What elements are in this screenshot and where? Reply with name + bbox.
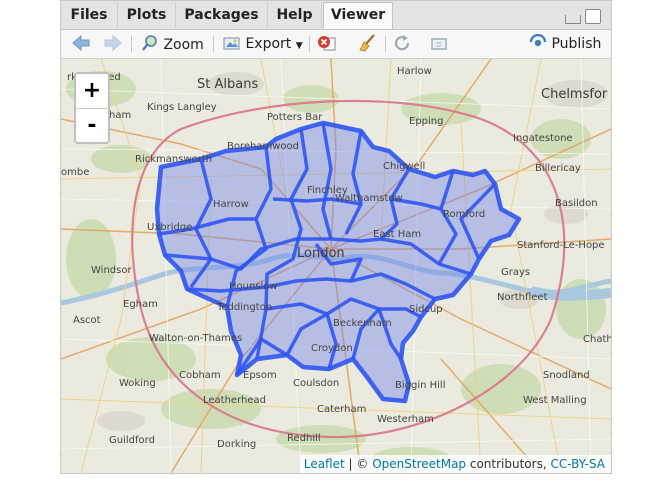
place-label: Teddington xyxy=(217,302,273,313)
place-label: Leatherhead xyxy=(203,395,266,406)
license-link[interactable]: CC-BY-SA xyxy=(550,457,605,471)
place-label: Potters Bar xyxy=(267,112,323,123)
attribution-separator: | © xyxy=(344,457,373,471)
place-label: Epsom xyxy=(243,370,277,381)
place-label: Cobham xyxy=(179,370,221,381)
place-label: Ingatestone xyxy=(513,133,573,144)
place-label: Epping xyxy=(409,116,444,127)
place-label: Chigwell xyxy=(383,161,426,172)
zoom-label: Zoom xyxy=(163,37,204,53)
place-label: Caterham xyxy=(317,404,367,415)
forward-arrow-icon[interactable] xyxy=(103,34,123,54)
place-label: Harrow xyxy=(213,199,249,210)
popout-window-icon[interactable] xyxy=(429,34,449,54)
remove-viewer-icon[interactable] xyxy=(317,34,337,54)
refresh-icon[interactable] xyxy=(393,34,413,54)
place-label: Basildon xyxy=(555,198,598,209)
place-label: Coulsdon xyxy=(293,378,340,389)
place-label: Kings Langley xyxy=(147,102,217,113)
place-label: Romford xyxy=(443,209,486,220)
tab-packages[interactable]: Packages xyxy=(176,3,268,28)
place-label: Hounslow xyxy=(229,281,278,292)
place-label: Rickmansworth xyxy=(135,154,213,165)
place-label: Croydon xyxy=(311,343,353,354)
export-label: Export xyxy=(245,36,292,52)
place-label: Biggin Hill xyxy=(395,380,446,391)
place-label: Ascot xyxy=(73,315,101,326)
place-label: Windsor xyxy=(91,265,132,276)
chevron-down-icon: ▼ xyxy=(295,41,303,51)
export-menu-button[interactable]: Export ▼ xyxy=(223,34,303,54)
zoom-out-button[interactable]: - xyxy=(76,109,108,143)
place-label: Borehamwood xyxy=(227,141,299,152)
viewer-toolbar: Zoom Export ▼ Publish xyxy=(61,30,611,59)
publish-icon xyxy=(529,33,547,47)
leaflet-map[interactable]: HarlowSt AlbansrkhamstedChelmsforKings L… xyxy=(61,59,611,473)
tab-files[interactable]: Files xyxy=(61,3,118,28)
zoom-control: + - xyxy=(74,72,110,144)
place-label: London xyxy=(297,246,345,261)
place-label: Sidcup xyxy=(409,304,443,315)
place-label: Billericay xyxy=(535,163,581,174)
place-label: East Ham xyxy=(373,229,422,240)
pane-tab-bar: Files Plots Packages Help Viewer xyxy=(61,1,611,30)
place-label: Guildford xyxy=(109,435,155,446)
toolbar-divider xyxy=(385,36,386,52)
place-label: Grays xyxy=(501,267,531,278)
place-label: Chath xyxy=(583,334,611,345)
tab-help[interactable]: Help xyxy=(268,3,322,28)
place-label: Stanford-Le-Hope xyxy=(517,240,605,251)
minimize-pane-icon[interactable] xyxy=(565,15,581,24)
place-label: Woking xyxy=(119,378,156,389)
toolbar-divider xyxy=(213,36,214,52)
viewer-pane: Files Plots Packages Help Viewer Zoom Ex… xyxy=(60,0,612,474)
place-label: ombe xyxy=(61,167,90,178)
clear-all-broom-icon[interactable] xyxy=(357,34,377,54)
publish-button[interactable]: Publish xyxy=(529,33,602,54)
place-label: Walthamstow xyxy=(335,193,403,204)
map-attribution: Leaflet | © OpenStreetMap contributors, … xyxy=(299,455,611,473)
place-label: Uxbridge xyxy=(147,222,193,233)
attribution-contributors: contributors, xyxy=(466,457,551,471)
place-label: Harlow xyxy=(397,66,432,77)
place-label: Beckenham xyxy=(333,318,392,329)
export-icon xyxy=(223,37,240,50)
place-label: Northfleet xyxy=(497,292,548,303)
place-label: Egham xyxy=(123,299,158,310)
toolbar-divider xyxy=(131,36,132,52)
toolbar-divider xyxy=(309,36,310,52)
place-label: Dorking xyxy=(217,439,257,450)
publish-label: Publish xyxy=(551,36,602,52)
tab-viewer[interactable]: Viewer xyxy=(323,2,393,29)
place-label: Westerham xyxy=(377,414,434,425)
place-label: ham xyxy=(109,110,132,121)
place-label: Chelmsfor xyxy=(541,87,608,102)
place-label: Walton-on-Thames xyxy=(149,333,243,344)
place-label: Redhill xyxy=(287,433,321,444)
zoom-button[interactable]: Zoom xyxy=(141,34,204,54)
leaflet-link[interactable]: Leaflet xyxy=(304,457,345,471)
maximize-pane-icon[interactable] xyxy=(585,9,601,24)
back-arrow-icon[interactable] xyxy=(71,34,91,54)
openstreetmap-link[interactable]: OpenStreetMap xyxy=(372,457,466,471)
place-label: Snodland xyxy=(543,370,590,381)
zoom-icon xyxy=(142,35,157,51)
place-label: West Malling xyxy=(523,395,587,406)
zoom-in-button[interactable]: + xyxy=(76,74,108,109)
tab-plots[interactable]: Plots xyxy=(118,3,176,28)
place-label: St Albans xyxy=(197,77,259,92)
